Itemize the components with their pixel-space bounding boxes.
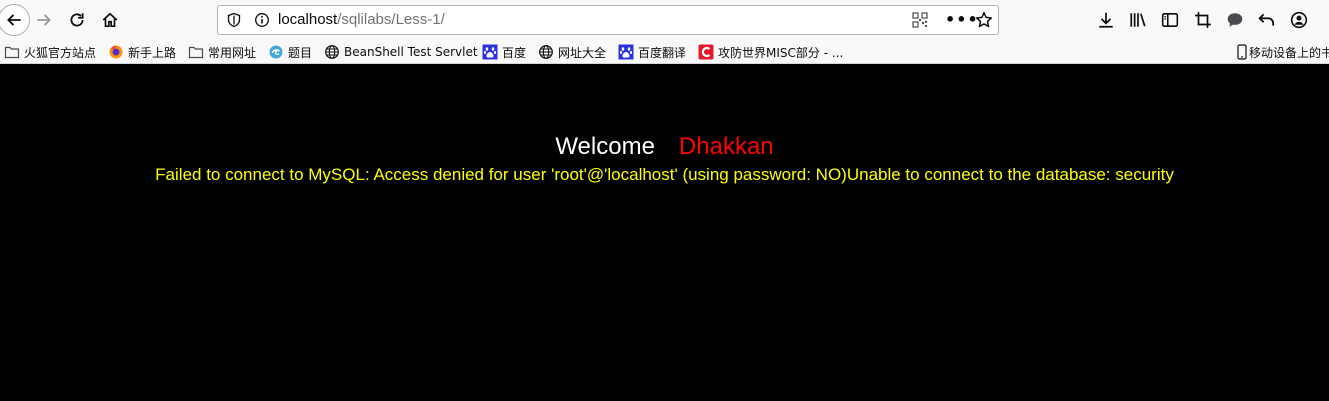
- info-icon[interactable]: [254, 12, 270, 28]
- undo-arrow-icon: [1258, 13, 1275, 26]
- qr-code-icon[interactable]: [912, 12, 928, 28]
- baidu-paw-icon: [618, 44, 634, 60]
- bookmark-item[interactable]: 新手上路: [108, 43, 176, 61]
- url-bar[interactable]: localhost/sqlilabs/Less-1/ •••: [217, 5, 999, 35]
- library-icon: [1130, 13, 1146, 27]
- baidu-paw-icon: [482, 44, 498, 60]
- crop-icon: [1195, 12, 1211, 28]
- bookmark-label: 百度: [502, 45, 527, 60]
- bookmark-label: 攻防世界MISC部分 - ...: [718, 45, 844, 60]
- mobile-icon: [1237, 44, 1247, 60]
- shield-icon[interactable]: [226, 12, 242, 28]
- bookmark-label: 常用网址: [208, 45, 257, 60]
- reload-button[interactable]: [63, 6, 91, 34]
- bookmark-item[interactable]: 火狐官方站点: [4, 43, 96, 61]
- bookmark-item[interactable]: 网址大全: [538, 43, 606, 61]
- bookmark-label: BeanShell Test Servlet: [344, 45, 478, 59]
- globe-icon: [538, 44, 554, 60]
- page-content: Welcome Dhakkan Failed to connect to MySQ…: [0, 65, 1329, 401]
- c-logo-icon: [698, 44, 714, 60]
- download-icon: [1099, 12, 1113, 28]
- welcome-text: Welcome: [555, 133, 655, 160]
- back-button[interactable]: [0, 4, 30, 36]
- bookmark-label: 移动设备上的书: [1249, 45, 1329, 60]
- arrow-left-icon: [7, 14, 21, 26]
- url-path: /sqlilabs/Less-1/: [337, 11, 445, 28]
- url-host: localhost: [278, 11, 338, 28]
- bookmark-label: 火狐官方站点: [24, 45, 97, 60]
- sidebar-icon: [1161, 13, 1179, 27]
- folder-icon: [4, 44, 20, 60]
- forward-button[interactable]: [30, 6, 58, 34]
- bookmark-label: 题目: [288, 45, 313, 60]
- arrow-right-icon: [37, 14, 51, 26]
- downloads-button[interactable]: [1097, 11, 1115, 29]
- star-icon[interactable]: [975, 11, 993, 29]
- bookmark-item[interactable]: 攻防世界MISC部分 - ...: [698, 43, 843, 61]
- chat-button[interactable]: [1226, 11, 1244, 29]
- bookmark-item[interactable]: 百度: [482, 43, 526, 61]
- account-button[interactable]: [1290, 11, 1308, 29]
- swirl-icon: [268, 44, 284, 60]
- bookmark-item[interactable]: 常用网址: [188, 43, 256, 61]
- bookmark-item[interactable]: 移动设备上的书: [1237, 43, 1329, 61]
- welcome-heading: Welcome Dhakkan: [0, 133, 1329, 161]
- bookmark-item[interactable]: 百度翻译: [618, 43, 686, 61]
- account-icon: [1290, 11, 1308, 29]
- browser-toolbar: localhost/sqlilabs/Less-1/ •••: [0, 0, 1329, 40]
- globe-icon: [324, 44, 340, 60]
- sidebar-button[interactable]: [1161, 11, 1179, 29]
- crop-button[interactable]: [1194, 11, 1212, 29]
- chat-bubble-icon: [1227, 13, 1243, 27]
- bookmark-item[interactable]: BeanShell Test Servlet: [324, 43, 478, 61]
- welcome-name: Dhakkan: [678, 133, 774, 160]
- firefox-icon: [108, 44, 124, 60]
- bookmark-label: 新手上路: [128, 45, 177, 60]
- undo-button[interactable]: [1258, 11, 1276, 29]
- bookmark-label: 网址大全: [558, 45, 607, 60]
- bookmark-item[interactable]: 题目: [268, 43, 312, 61]
- bookmark-label: 百度翻译: [638, 45, 687, 60]
- reload-icon: [70, 13, 84, 27]
- error-message: Failed to connect to MySQL: Access denie…: [155, 165, 1174, 184]
- home-button[interactable]: [96, 6, 124, 34]
- url-text[interactable]: localhost/sqlilabs/Less-1/: [278, 11, 445, 28]
- page-actions-ellipsis-icon[interactable]: •••: [945, 10, 979, 29]
- bookmarks-toolbar: 火狐官方站点 新手上路 常用网址 题目 BeanShell Test Servl…: [0, 40, 1329, 64]
- library-button[interactable]: [1129, 11, 1147, 29]
- folder-icon: [188, 44, 204, 60]
- home-icon: [102, 12, 118, 28]
